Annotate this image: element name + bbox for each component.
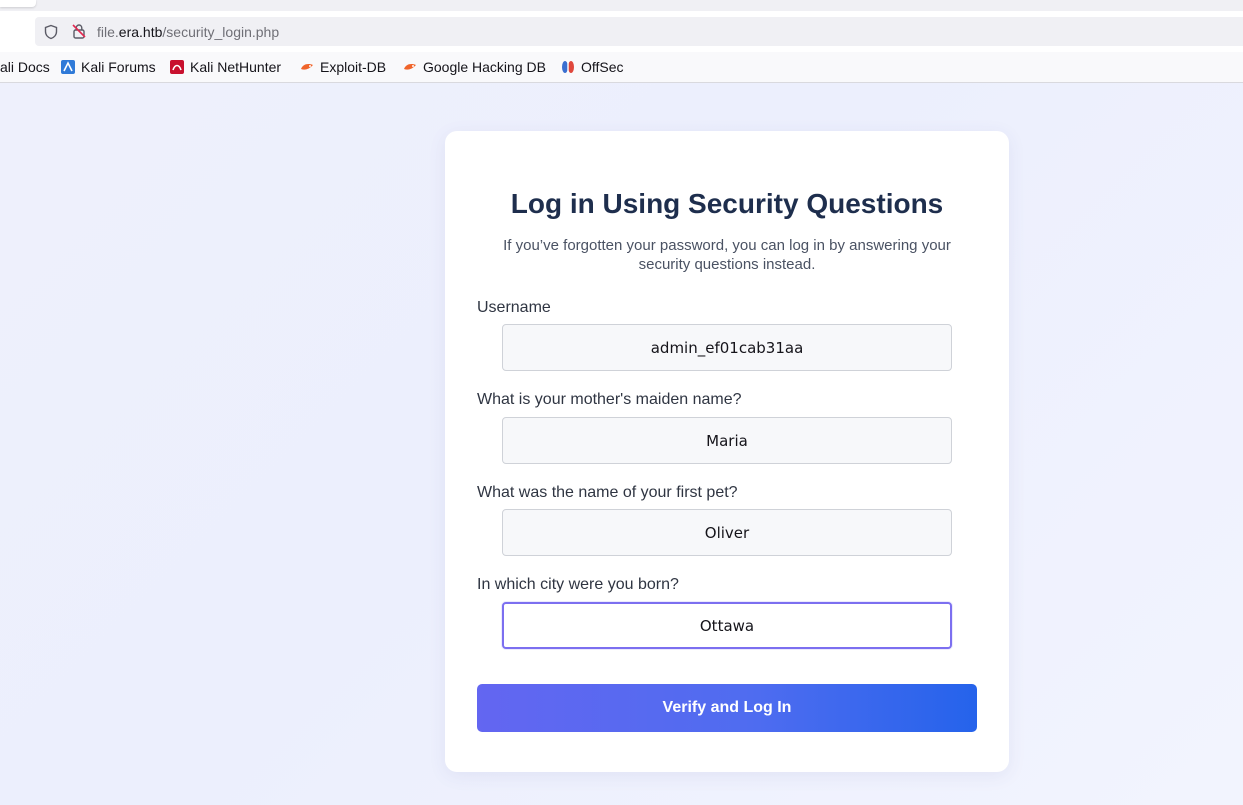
bookmark-kali-docs[interactable]: ali Docs (0, 58, 50, 76)
birth-city-input[interactable] (502, 602, 952, 649)
page-subtitle: If you’ve forgotten your password, you c… (503, 237, 951, 273)
verify-and-log-in-button[interactable]: Verify and Log In (477, 684, 977, 732)
navigation-toolbar: file.era.htb/security_login.php (0, 11, 1243, 52)
google-hacking-db-icon (404, 64, 416, 70)
kali-forums-icon (61, 60, 75, 74)
first-pet-label: What was the name of your first pet? (477, 484, 738, 501)
mother-maiden-name-label: What is your mother's maiden name? (477, 391, 742, 408)
bookmark-label: Exploit-DB (320, 59, 387, 75)
bookmark-offsec[interactable]: OffSec (561, 58, 624, 76)
username-input[interactable] (502, 324, 952, 371)
bookmarks-toolbar: ali Docs Kali Forums Kali NetHunter Expl… (0, 52, 1243, 83)
exploit-db-icon (301, 64, 313, 70)
tab-strip (0, 0, 1243, 11)
bookmark-kali-forums[interactable]: Kali Forums (61, 58, 156, 76)
active-tab[interactable] (0, 0, 36, 7)
bookmark-label: Kali Forums (81, 59, 156, 75)
url-path: /security_login.php (162, 24, 280, 40)
url-host: era.htb (118, 24, 163, 40)
bookmark-label: Google Hacking DB (423, 59, 546, 75)
username-label: Username (477, 299, 551, 316)
bookmark-kali-nethunter[interactable]: Kali NetHunter (170, 58, 281, 76)
offsec-icon (562, 61, 574, 73)
bookmark-label: OffSec (581, 59, 624, 75)
url-bar[interactable]: file.era.htb/security_login.php (35, 17, 1243, 46)
bookmark-google-hacking-db[interactable]: Google Hacking DB (403, 58, 546, 76)
insecure-lock-icon[interactable] (71, 23, 87, 39)
kali-nethunter-icon (170, 60, 184, 74)
security-login-card: Log in Using Security Questions If you’v… (445, 131, 1009, 772)
url-text[interactable]: file.era.htb/security_login.php (97, 23, 279, 41)
tracking-protection-shield-icon[interactable] (43, 24, 59, 40)
url-scheme: file. (97, 24, 119, 40)
bookmark-label: ali Docs (0, 59, 50, 75)
first-pet-input[interactable] (502, 509, 952, 556)
page-title: Log in Using Security Questions (510, 188, 944, 219)
mother-maiden-name-input[interactable] (502, 417, 952, 464)
birth-city-label: In which city were you born? (477, 576, 679, 593)
bookmark-label: Kali NetHunter (190, 59, 282, 75)
bookmark-exploit-db[interactable]: Exploit-DB (300, 58, 386, 76)
page-background: Log in Using Security Questions If you’v… (0, 83, 1243, 805)
